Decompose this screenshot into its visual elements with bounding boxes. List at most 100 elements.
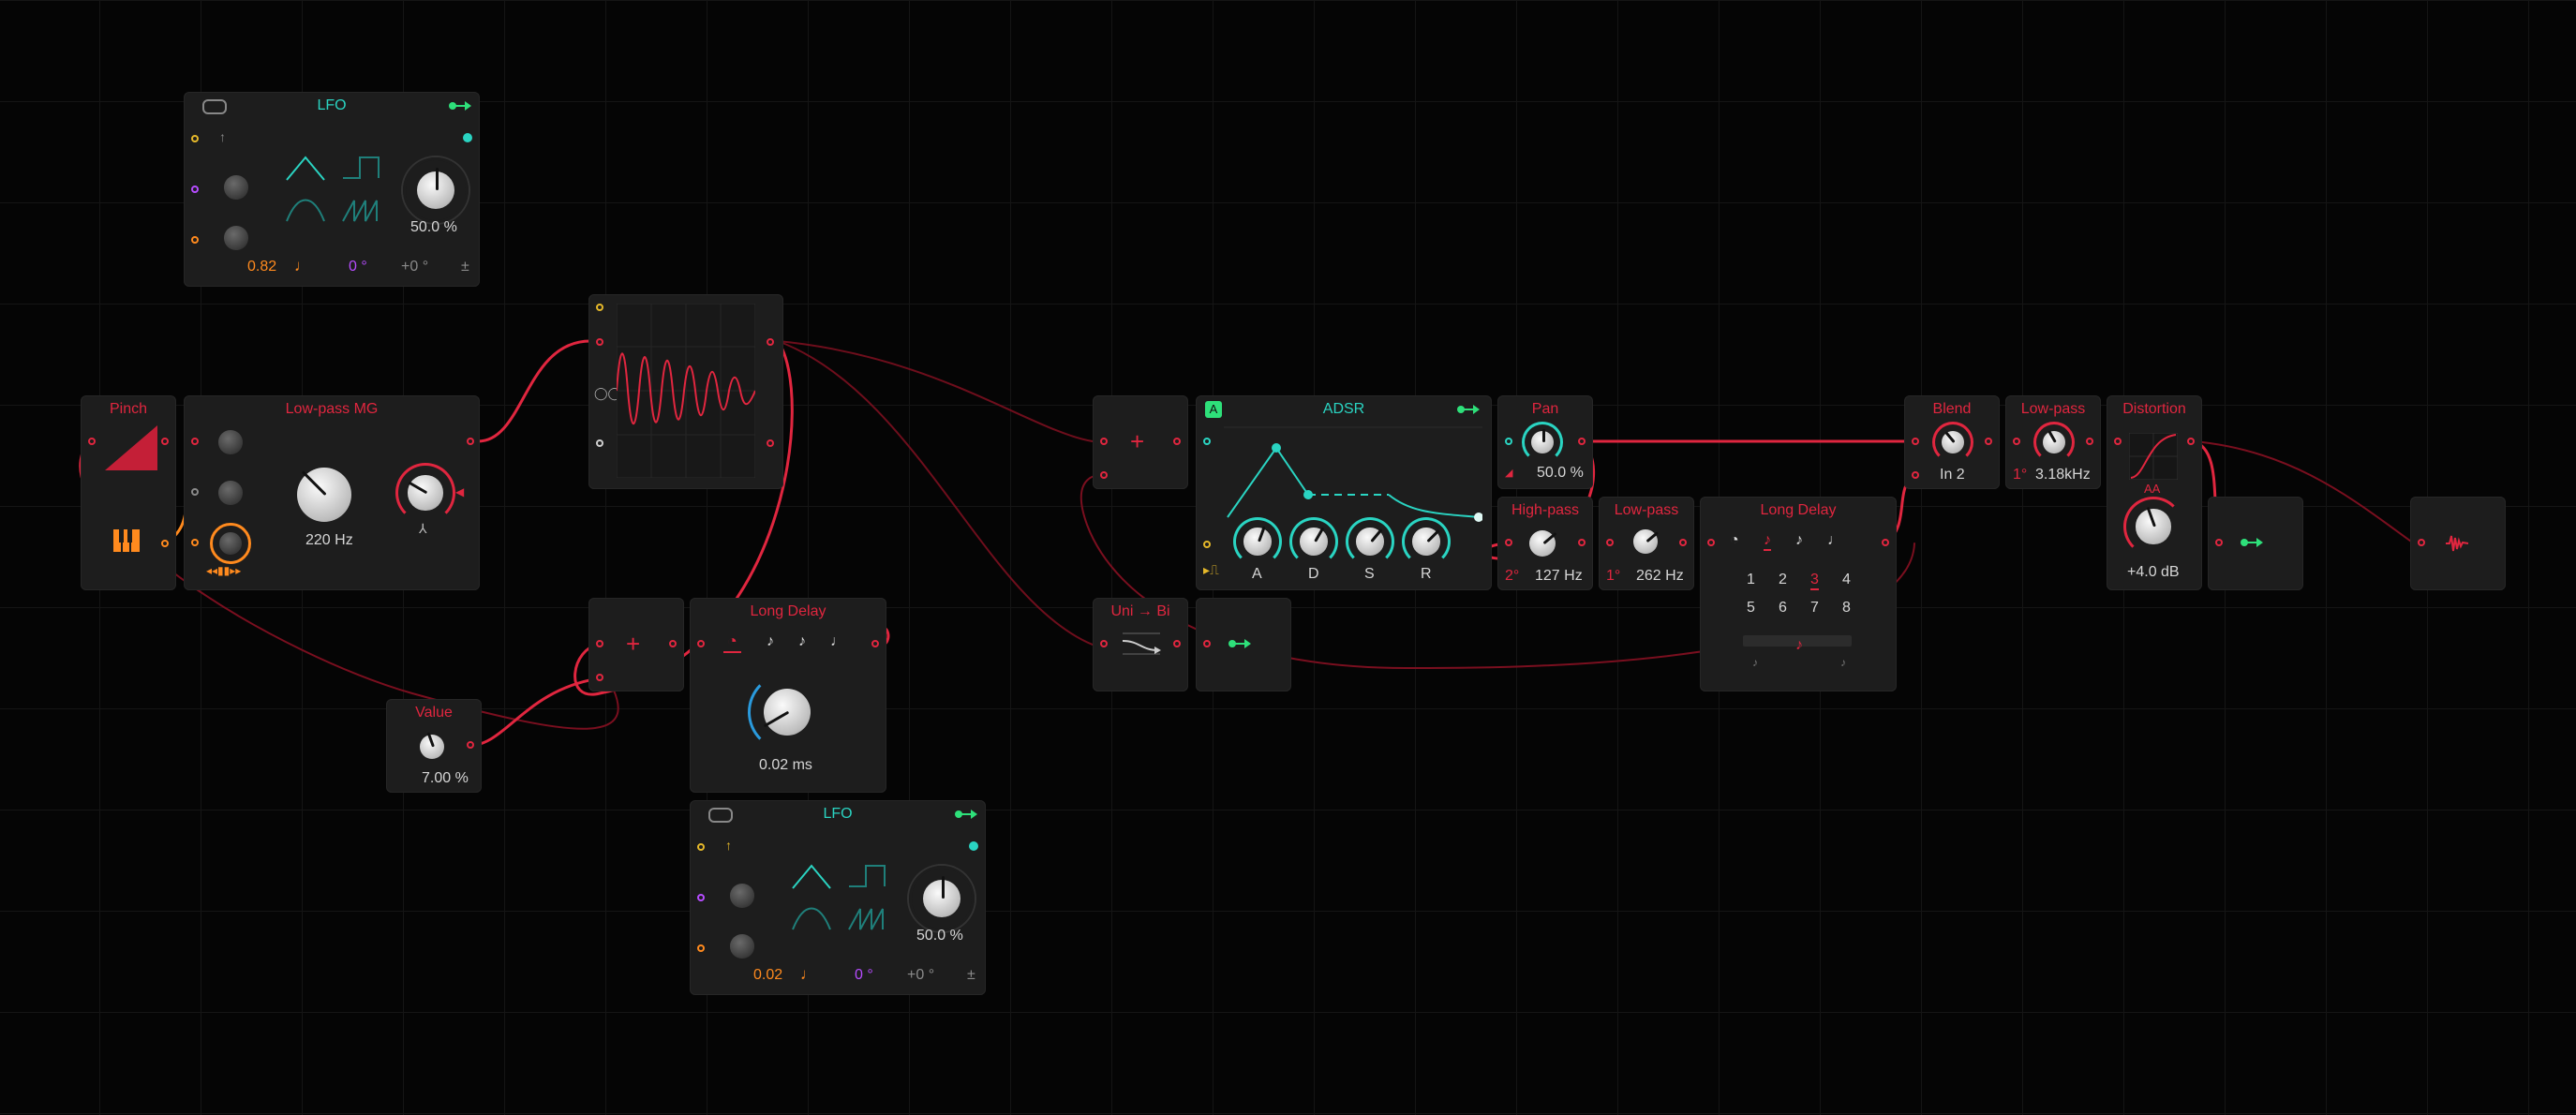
adsr-envelope-graph[interactable] <box>1224 420 1483 528</box>
lfo-phase-value[interactable]: 0 ° <box>349 259 367 275</box>
retrigger-icon[interactable]: ↑ <box>725 838 732 853</box>
scope-output-port[interactable] <box>767 338 774 346</box>
lfo-bottom-port-purple[interactable] <box>697 894 705 901</box>
long-delay-mid-output[interactable] <box>871 640 879 647</box>
pinch-key-output-port[interactable] <box>161 540 169 547</box>
adsr-gate-port[interactable] <box>1203 438 1211 445</box>
audio-out-module[interactable] <box>2410 497 2506 590</box>
lowpass-module-right[interactable]: Low-pass 1° 3.18kHz <box>2005 395 2101 489</box>
highpass-output-port[interactable] <box>1578 539 1586 546</box>
add-module-top[interactable]: + <box>1093 395 1188 489</box>
sawtooth-wave-icon[interactable] <box>341 197 384 230</box>
output-mid-input[interactable] <box>1203 640 1211 647</box>
pan-input-port[interactable] <box>1505 438 1512 445</box>
adsr-attack-knob[interactable] <box>1233 517 1282 566</box>
uni-to-bi-module[interactable]: Uni → Bi <box>1093 598 1188 691</box>
lowpass-mg-mod-knob-2[interactable] <box>212 474 249 512</box>
add-bottom-output[interactable] <box>669 640 677 647</box>
output-module-mid[interactable] <box>1196 598 1291 691</box>
lfo-small-knob-2[interactable] <box>217 219 255 257</box>
square-wave-icon[interactable] <box>847 862 890 895</box>
output-arrow-icon[interactable] <box>448 99 472 117</box>
long-delay-module-mid[interactable]: Long Delay ◔ ♪ ♪ ♩ 0.02 ms <box>690 598 886 793</box>
output-arrow-icon[interactable] <box>954 808 978 825</box>
pinch-module[interactable]: Pinch <box>81 395 176 590</box>
pinch-input-port[interactable] <box>88 438 96 445</box>
triangle-wave-icon[interactable] <box>285 154 328 186</box>
lfo-bottom-rate-value[interactable]: 0.02 <box>753 967 782 984</box>
blend-input-2[interactable] <box>1912 471 1919 479</box>
audio-out-input[interactable] <box>2418 539 2425 546</box>
lfo-bottom-small-knob-2[interactable] <box>723 928 761 965</box>
distortion-module[interactable]: Distortion AA +4.0 dB <box>2107 395 2202 590</box>
blend-knob[interactable] <box>1932 422 1973 463</box>
long-delay-mid-time-knob[interactable] <box>748 673 826 751</box>
lowpass-mg-mod-knob-1[interactable] <box>212 424 249 461</box>
note-icon[interactable]: ♩ <box>294 257 310 275</box>
lowpass-mg-mod-port-2[interactable] <box>191 539 199 546</box>
delay-number-1[interactable]: 1 <box>1747 572 1755 588</box>
lfo-rate-value[interactable]: 0.82 <box>247 259 276 275</box>
delay-slider-handle[interactable]: ♪ <box>1795 637 1803 654</box>
lfo-small-knob-1[interactable] <box>217 169 255 206</box>
distortion-output[interactable] <box>2187 438 2195 445</box>
long-delay-right-output-port[interactable] <box>1882 539 1889 546</box>
output-right-input[interactable] <box>2215 539 2223 546</box>
distortion-drive-knob[interactable] <box>2123 497 2183 557</box>
lfo-bottom-port-orange[interactable] <box>697 944 705 952</box>
add-bottom-input-2[interactable] <box>596 674 603 681</box>
lowpass-mg-input-port[interactable] <box>191 438 199 445</box>
blend-output[interactable] <box>1985 438 1992 445</box>
lowpass-small-input-port[interactable] <box>1606 539 1614 546</box>
note-eighth-icon[interactable]: ♪ <box>767 633 774 650</box>
lfo-bottom-offset-value[interactable]: +0 ° <box>907 967 934 984</box>
delay-number-6[interactable]: 6 <box>1779 600 1787 617</box>
note-icon[interactable]: ♩ <box>800 965 816 984</box>
value-module[interactable]: Value 7.00 % <box>386 699 482 793</box>
square-wave-icon[interactable] <box>341 154 384 186</box>
scope-trigger-port[interactable] <box>596 304 603 311</box>
timer-icon[interactable]: ◔ <box>723 632 741 653</box>
lowpass-module-small[interactable]: Low-pass 1° 262 Hz <box>1599 497 1694 590</box>
add-bottom-input-1[interactable] <box>596 640 603 647</box>
lowpass-right-input[interactable] <box>2013 438 2020 445</box>
output-arrow-icon[interactable] <box>2240 536 2264 554</box>
lfo-module-top[interactable]: LFO ↑ 50.0 % 0.82 ♩ 0 ° +0 ° ± <box>184 92 480 287</box>
piano-keys-icon[interactable] <box>112 528 141 558</box>
highpass-module[interactable]: High-pass 2° 127 Hz <box>1497 497 1593 590</box>
lfo-retrigger-port[interactable] <box>191 135 199 142</box>
long-delay-right-input-port[interactable] <box>1707 539 1715 546</box>
lowpass-right-output[interactable] <box>2086 438 2093 445</box>
lfo-module-bottom[interactable]: LFO ↑ 50.0 % 0.02 ♩ 0 ° +0 ° ± <box>690 800 986 995</box>
add-top-input-2[interactable] <box>1100 471 1108 479</box>
sine-wave-icon[interactable] <box>791 905 834 938</box>
lowpass-small-knob[interactable] <box>1627 523 1664 560</box>
lfo-bottom-bipolar-toggle[interactable]: ± <box>967 967 975 984</box>
output-module-right[interactable] <box>2208 497 2303 590</box>
sawtooth-wave-icon[interactable] <box>847 905 890 938</box>
blend-input-1[interactable] <box>1912 438 1919 445</box>
pan-knob[interactable] <box>1522 422 1563 463</box>
pan-module[interactable]: Pan ◢ 50.0 % <box>1497 395 1593 489</box>
sine-wave-icon[interactable] <box>285 197 328 230</box>
blend-module[interactable]: Blend In 2 <box>1904 395 2000 489</box>
gate-icon[interactable]: ▸⎍ <box>1203 562 1219 578</box>
lowpass-mg-cutoff-knob[interactable] <box>281 452 367 538</box>
highpass-input-port[interactable] <box>1505 539 1512 546</box>
note-sixteenth-icon[interactable]: ♪ <box>798 633 806 650</box>
pinch-output-port[interactable] <box>161 438 169 445</box>
lowpass-mg-key-knob[interactable] <box>210 523 251 564</box>
scope-module[interactable]: ◯◯ <box>588 294 783 489</box>
adsr-module[interactable]: A ADSR ▸⎍ A D S R <box>1196 395 1492 590</box>
lowpass-small-output-port[interactable] <box>1679 539 1687 546</box>
note-quarter-icon[interactable]: ♩ <box>830 633 845 650</box>
long-delay-mid-input[interactable] <box>697 640 705 647</box>
value-output[interactable] <box>467 741 474 749</box>
note-eighth-icon[interactable]: ♪ <box>1764 532 1771 551</box>
adsr-sustain-knob[interactable] <box>1346 517 1394 566</box>
triangle-wave-icon[interactable] <box>791 862 834 895</box>
adsr-release-knob[interactable] <box>1402 517 1451 566</box>
highpass-knob[interactable] <box>1522 523 1563 564</box>
retrigger-icon[interactable]: ↑ <box>219 129 226 144</box>
output-arrow-icon[interactable] <box>1228 637 1252 655</box>
